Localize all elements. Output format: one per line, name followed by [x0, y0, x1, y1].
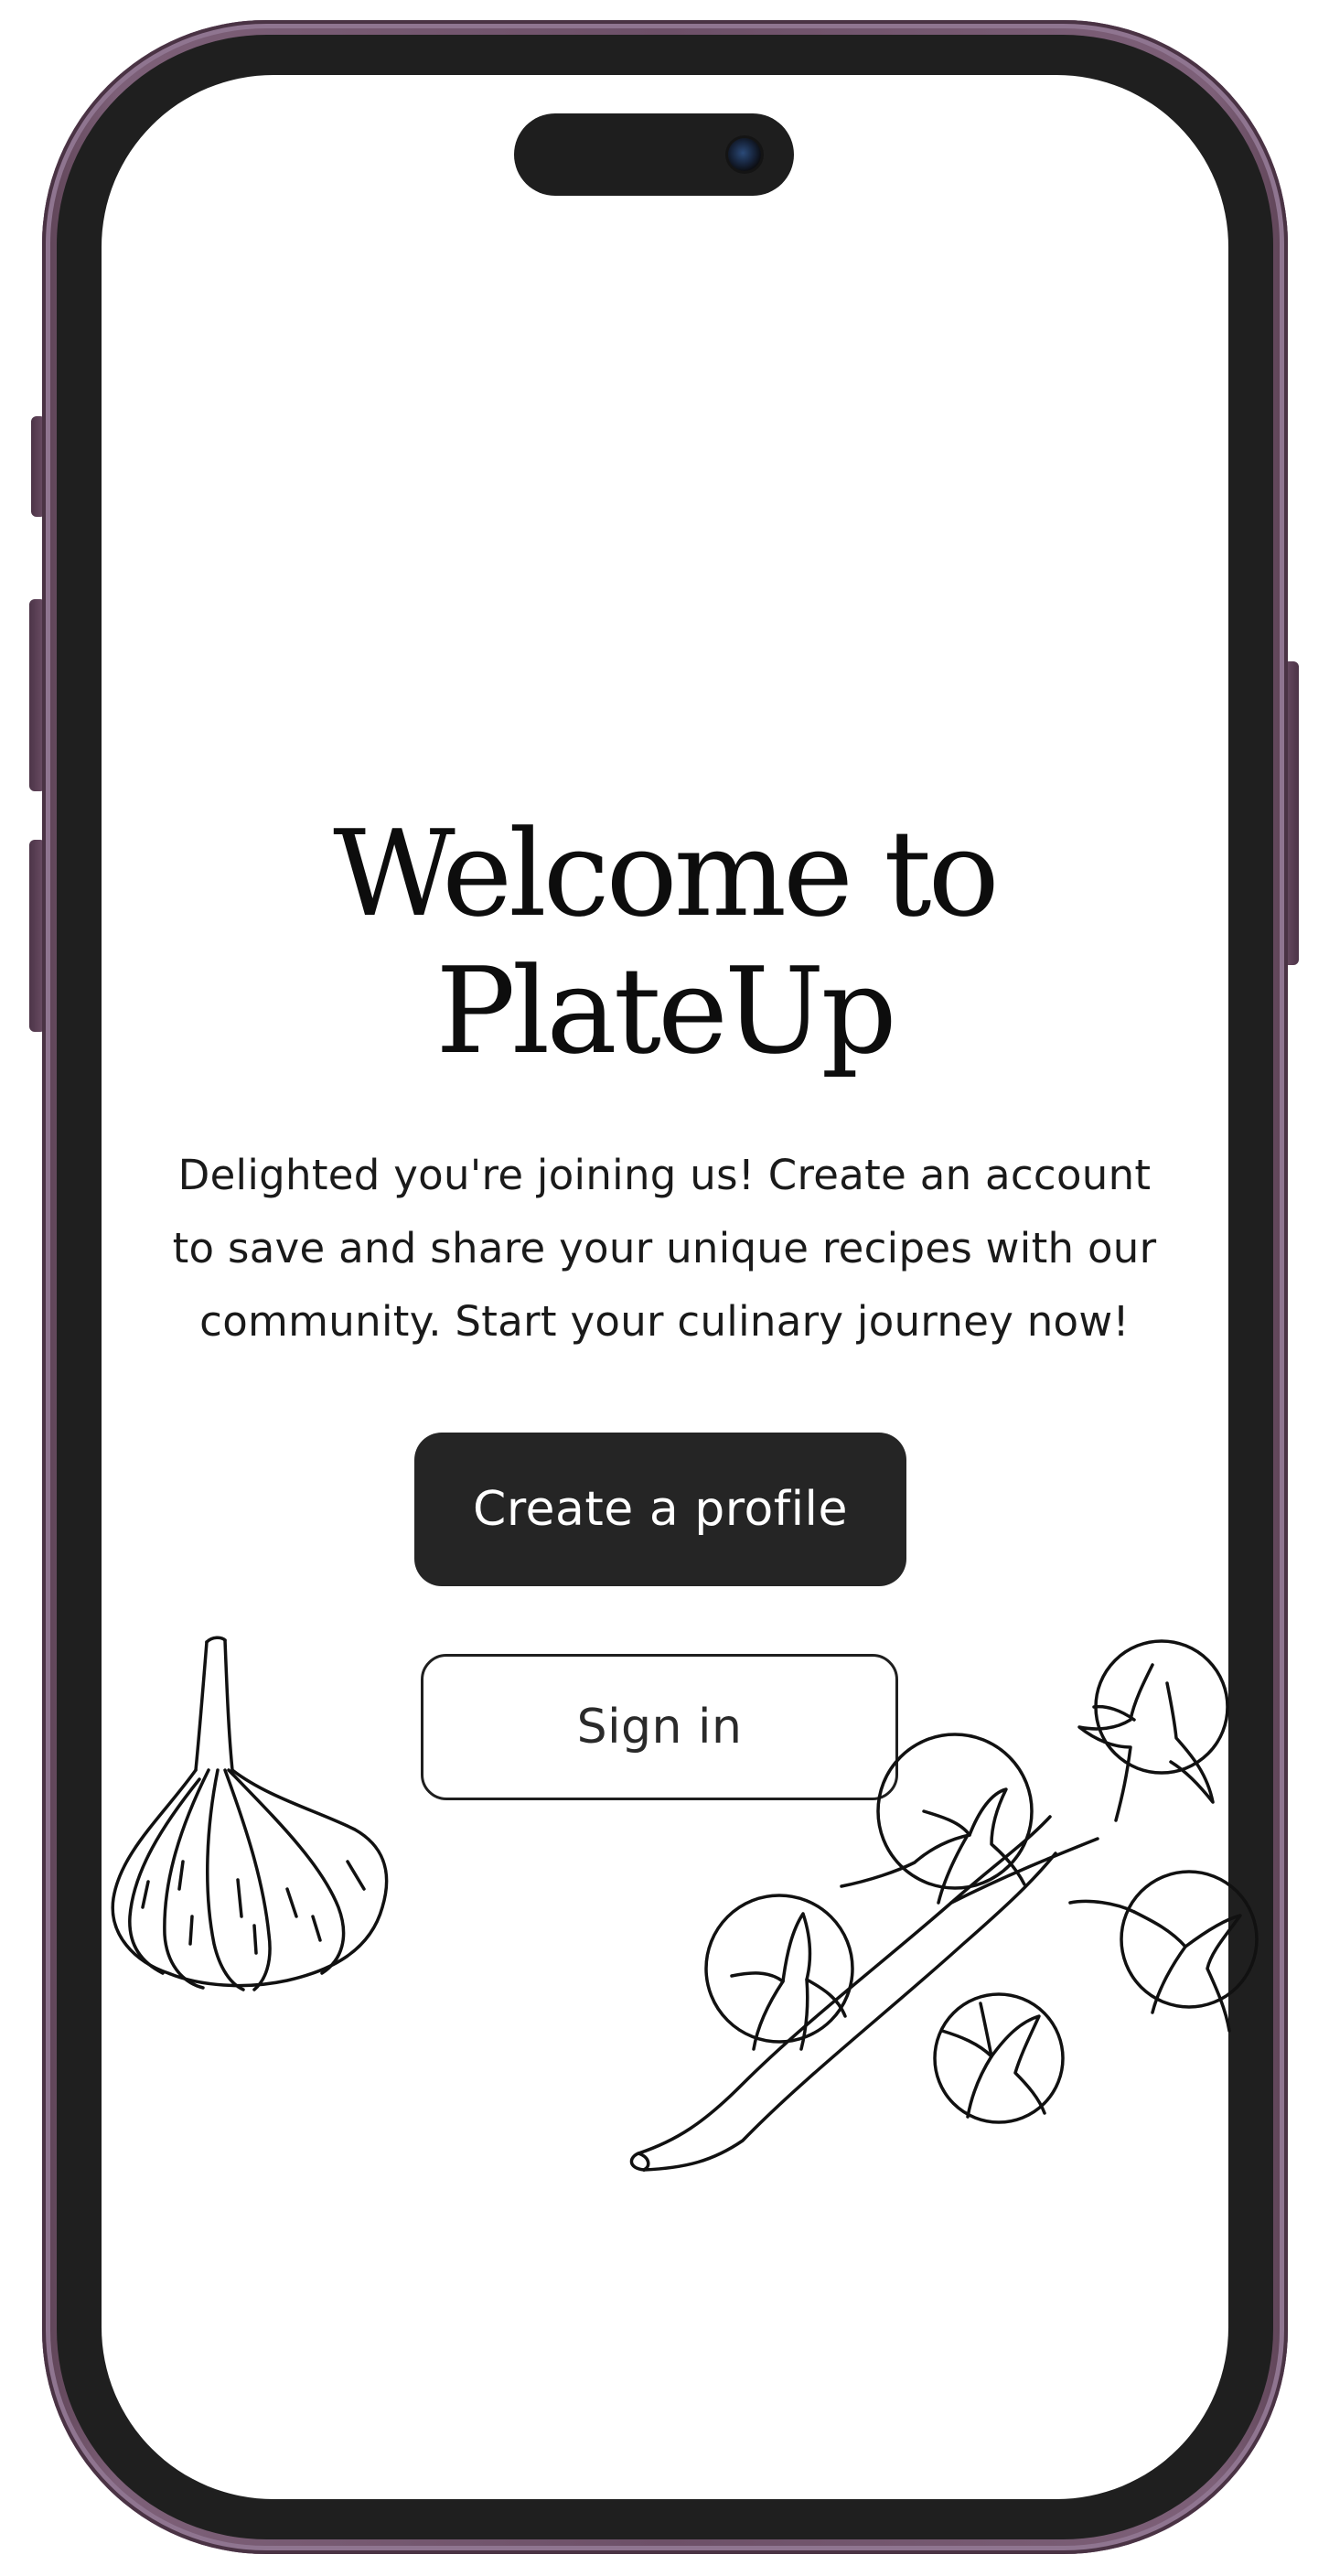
- tomato-vine-icon: [629, 1639, 1259, 2172]
- create-profile-button[interactable]: Create a profile: [414, 1433, 906, 1586]
- welcome-title: Welcome to PlateUp: [183, 805, 1146, 1079]
- welcome-title-line-1: Welcome to: [333, 804, 1000, 943]
- welcome-title-line-2: PlateUp: [435, 941, 897, 1080]
- description-line-3: community. Start your culinary journey n…: [199, 1297, 1130, 1346]
- dynamic-island: [514, 113, 794, 196]
- camera-icon: [728, 138, 761, 171]
- welcome-description: Delighted you're joining us! Create an a…: [160, 1139, 1169, 1358]
- description-line-2: to save and share your unique recipes wi…: [172, 1224, 1157, 1272]
- garlic-icon: [111, 1636, 389, 1991]
- create-profile-label: Create a profile: [473, 1482, 848, 1537]
- description-line-1: Delighted you're joining us! Create an a…: [177, 1151, 1152, 1199]
